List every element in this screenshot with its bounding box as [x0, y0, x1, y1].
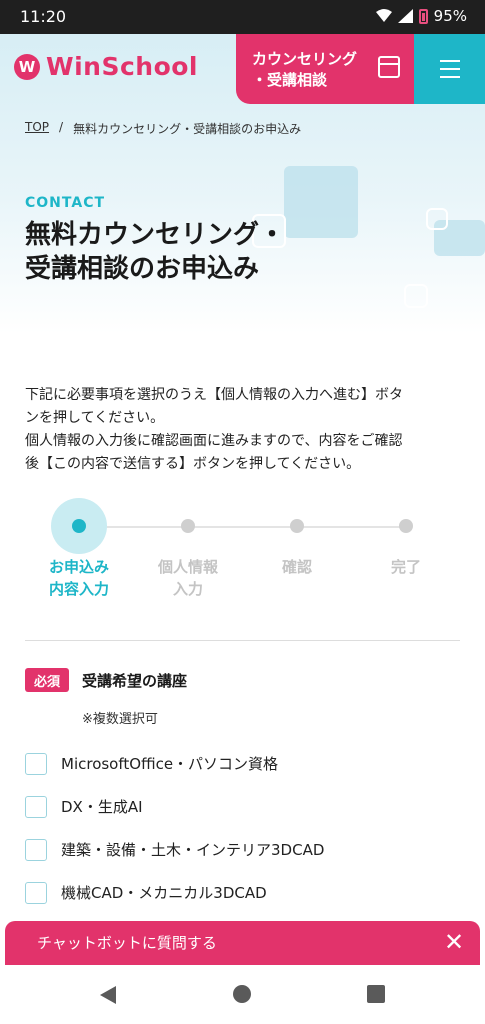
step-personal-info: 個人情報 入力 — [134, 498, 242, 600]
wifi-icon — [375, 9, 392, 22]
intro-line: 個人情報の入力後に確認画面に進みますので、内容をご確認 — [25, 433, 403, 449]
course-field-note: ※複数選択可 — [82, 712, 158, 727]
course-option[interactable]: 建築・設備・土木・インテリア3DCAD — [25, 828, 324, 871]
step-label-line: お申込み — [48, 558, 109, 576]
intro-line: ンを押してください。 — [25, 410, 165, 426]
intro-text: 下記に必要事項を選択のうえ【個人情報の入力へ進む】ボタ ンを押してください。 個… — [25, 384, 465, 476]
course-checkbox[interactable] — [25, 795, 47, 818]
breadcrumb-separator: / — [59, 120, 64, 134]
status-icons: 95% — [375, 7, 467, 25]
step-label: 個人情報 入力 — [134, 556, 242, 600]
step-label: 完了 — [352, 556, 460, 578]
counseling-button[interactable]: カウンセリング ・受講相談 — [236, 34, 414, 104]
course-option[interactable]: MicrosoftOffice・パソコン資格 — [25, 742, 324, 785]
course-checkbox[interactable] — [25, 838, 47, 861]
course-option-label: 機械CAD・メカニカル3DCAD — [61, 884, 267, 902]
step-label: 確認 — [243, 556, 351, 578]
step-complete: 完了 — [352, 498, 460, 578]
back-icon[interactable] — [100, 986, 116, 1004]
page-title: 無料カウンセリング・ 受講相談のお申込み — [25, 218, 285, 286]
intro-line: 下記に必要事項を選択のうえ【個人情報の入力へ進む】ボタ — [25, 387, 403, 403]
step-halo — [51, 498, 107, 554]
breadcrumb: TOP / 無料カウンセリング・受講相談のお申込み — [25, 120, 301, 137]
course-checkbox[interactable] — [25, 881, 47, 904]
course-option[interactable]: DX・生成AI — [25, 785, 324, 828]
decorative-outline-square — [404, 284, 428, 308]
battery-level: 95% — [433, 7, 467, 25]
chatbot-banner-label: チャットボットに質問する — [37, 934, 217, 952]
close-icon[interactable]: ✕ — [442, 930, 466, 954]
step-label-line: 確認 — [281, 558, 312, 576]
logo-mark-icon: W — [14, 53, 40, 80]
step-dot-icon — [399, 519, 413, 533]
chatbot-banner[interactable]: チャットボットに質問する ✕ — [5, 921, 480, 965]
section-eyebrow: CONTACT — [25, 195, 106, 211]
progress-steps: お申込み 内容入力 個人情報 入力 確認 完了 — [25, 498, 460, 608]
status-time: 11:20 — [20, 7, 67, 26]
logo-text: WinSchool — [46, 52, 198, 81]
decorative-square — [284, 166, 358, 238]
battery-icon — [418, 8, 428, 24]
step-dot-icon — [290, 519, 304, 533]
step-dot-icon — [181, 519, 195, 533]
step-label-line: 入力 — [172, 580, 203, 598]
calendar-edit-icon — [378, 56, 400, 78]
hamburger-menu-button[interactable] — [414, 34, 485, 104]
course-option-label: MicrosoftOffice・パソコン資格 — [61, 755, 279, 773]
step-label: お申込み 内容入力 — [25, 556, 133, 600]
course-option-label: 建築・設備・土木・インテリア3DCAD — [61, 841, 325, 859]
decorative-outline-square — [426, 208, 448, 230]
menu-bar-icon — [439, 68, 460, 70]
menu-bar-icon — [439, 76, 460, 78]
signal-icon — [397, 9, 413, 23]
course-option-label: DX・生成AI — [61, 798, 143, 816]
system-navigation-bar — [0, 965, 485, 1024]
menu-bar-icon — [439, 60, 460, 62]
section-divider — [25, 640, 460, 641]
status-bar: 11:20 95% — [0, 0, 485, 34]
required-badge: 必須 — [25, 668, 69, 692]
step-halo — [160, 498, 216, 554]
intro-line: 後【この内容で送信する】ボタンを押してください。 — [25, 456, 361, 472]
page-title-line1: 無料カウンセリング・ — [25, 220, 286, 250]
recents-icon[interactable] — [367, 985, 385, 1003]
step-confirm: 確認 — [243, 498, 351, 578]
step-dot-icon — [72, 519, 86, 533]
home-icon[interactable] — [233, 985, 251, 1003]
breadcrumb-top-link[interactable]: TOP — [25, 120, 49, 137]
breadcrumb-current: 無料カウンセリング・受講相談のお申込み — [73, 122, 302, 136]
step-label-line: 個人情報 — [157, 558, 218, 576]
step-label-line: 完了 — [390, 558, 421, 576]
site-logo[interactable]: W WinSchool — [14, 52, 198, 81]
step-label-line: 内容入力 — [48, 580, 109, 598]
step-halo — [378, 498, 434, 554]
course-option[interactable]: 機械CAD・メカニカル3DCAD — [25, 871, 324, 914]
page-title-line2: 受講相談のお申込み — [25, 254, 260, 284]
step-halo — [269, 498, 325, 554]
course-checkbox[interactable] — [25, 752, 47, 775]
course-options: MicrosoftOffice・パソコン資格 DX・生成AI 建築・設備・土木・… — [25, 742, 324, 914]
site-header: W WinSchool カウンセリング ・受講相談 — [0, 34, 485, 104]
course-field-title: 受講希望の講座 — [82, 672, 188, 690]
step-application-details: お申込み 内容入力 — [25, 498, 133, 600]
